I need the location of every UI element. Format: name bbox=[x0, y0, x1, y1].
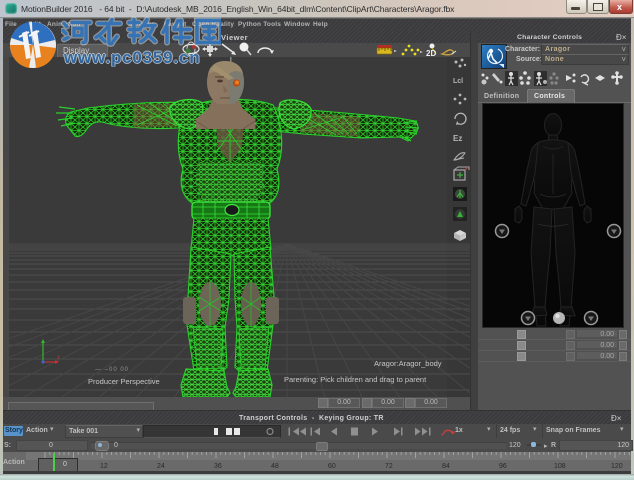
svg-text:12: 12 bbox=[100, 463, 108, 470]
svg-text:96: 96 bbox=[499, 463, 507, 470]
svg-text:x: x bbox=[57, 355, 60, 361]
svg-text:48: 48 bbox=[271, 463, 279, 470]
svg-text:108: 108 bbox=[554, 463, 566, 470]
svg-text:120: 120 bbox=[611, 463, 623, 470]
svg-text:Ez: Ez bbox=[453, 134, 462, 143]
svg-text:36: 36 bbox=[214, 463, 222, 470]
svg-text:72: 72 bbox=[385, 463, 393, 470]
svg-text:Lcl: Lcl bbox=[453, 78, 463, 85]
svg-text:84: 84 bbox=[442, 463, 450, 470]
svg-text:60: 60 bbox=[328, 463, 336, 470]
svg-text:24: 24 bbox=[157, 463, 165, 470]
